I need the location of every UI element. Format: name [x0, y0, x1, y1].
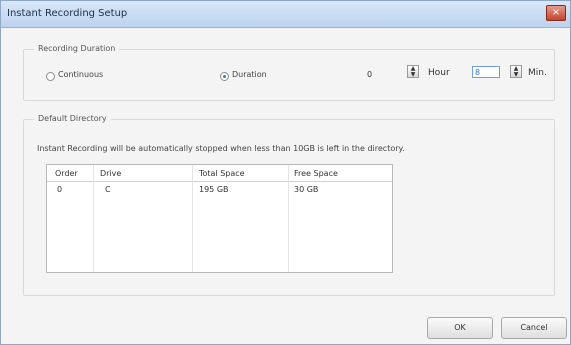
- minute-spinner-icon[interactable]: ▲ ▼: [510, 65, 522, 78]
- hour-spinner-icon[interactable]: ▲ ▼: [407, 65, 419, 78]
- continuous-radio[interactable]: [46, 72, 55, 81]
- minute-unit-label: Min.: [528, 68, 547, 78]
- dialog-window: Instant Recording Setup × Recording Dura…: [0, 0, 571, 345]
- ok-button[interactable]: OK: [427, 317, 493, 339]
- title-bar: Instant Recording Setup ×: [1, 1, 570, 28]
- cell-drive: C: [105, 185, 111, 194]
- header-total-space: Total Space: [199, 169, 245, 178]
- continuous-label: Continuous: [58, 70, 104, 79]
- header-divider: [47, 181, 392, 182]
- hour-value[interactable]: 0: [367, 70, 372, 79]
- hour-unit-label: Hour: [428, 68, 450, 78]
- header-drive: Drive: [100, 169, 122, 178]
- header-free-space: Free Space: [294, 169, 338, 178]
- column-divider: [288, 165, 289, 272]
- duration-label: Duration: [232, 70, 267, 79]
- cancel-button[interactable]: Cancel: [501, 317, 567, 339]
- cell-total-space: 195 GB: [199, 185, 229, 194]
- header-order: Order: [55, 169, 78, 178]
- column-divider: [192, 165, 193, 272]
- default-directory-label: Default Directory: [34, 114, 111, 123]
- duration-radio[interactable]: [220, 72, 229, 81]
- cell-free-space: 30 GB: [294, 185, 319, 194]
- window-title: Instant Recording Setup: [7, 8, 128, 19]
- directory-notice: Instant Recording will be automatically …: [37, 144, 405, 153]
- recording-duration-group: Recording Duration Continuous Duration 0…: [23, 44, 555, 101]
- directory-table[interactable]: Order Drive Total Space Free Space 0 C 1…: [46, 164, 393, 273]
- column-divider: [93, 165, 94, 272]
- close-button[interactable]: ×: [546, 5, 566, 21]
- minute-input[interactable]: 8: [472, 66, 500, 78]
- recording-duration-label: Recording Duration: [34, 44, 120, 53]
- cell-order: 0: [57, 185, 63, 194]
